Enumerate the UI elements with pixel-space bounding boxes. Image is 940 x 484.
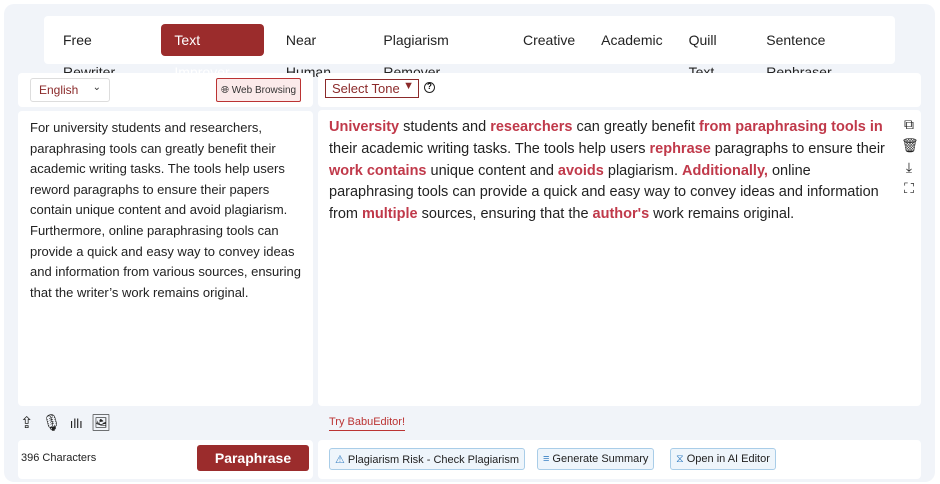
- open-ai-editor-label: Open in AI Editor: [686, 453, 770, 465]
- copy-icon[interactable]: ⧉: [901, 116, 917, 133]
- upload-icon[interactable]: ⇪: [20, 413, 33, 433]
- text-segment: work remains original.: [649, 206, 795, 223]
- changed-phrase[interactable]: Additionally,: [682, 163, 768, 179]
- input-textarea[interactable]: For university students and researchers,…: [30, 118, 302, 303]
- changed-phrase[interactable]: author's: [593, 206, 650, 222]
- text-segment: can greatly benefit: [572, 119, 700, 135]
- tab-free-rewriter[interactable]: Free Rewriter: [50, 24, 152, 80]
- changed-phrase[interactable]: work contains: [329, 163, 427, 179]
- text-segment: sources, ensuring that the: [417, 206, 593, 223]
- text-segment: unique content and: [426, 162, 558, 179]
- try-editor-link[interactable]: Try BabuEditor!: [329, 416, 406, 431]
- check-plagiarism-button[interactable]: ⚠ Plagiarism Risk - Check Plagiarism: [329, 448, 526, 470]
- summary-icon: ≡: [543, 453, 550, 465]
- audio-wave-icon[interactable]: ıllı: [70, 416, 83, 431]
- check-plagiarism-label: Plagiarism Risk - Check Plagiarism: [347, 454, 520, 466]
- changed-phrase[interactable]: University: [329, 119, 399, 135]
- tone-value: Select Tone: [332, 81, 400, 96]
- help-icon[interactable]: ?: [424, 82, 435, 93]
- output-text: University students and researchers can …: [329, 117, 899, 226]
- generate-summary-button[interactable]: ≡ Generate Summary: [537, 448, 655, 470]
- editor-icon: ⧖: [676, 453, 684, 465]
- web-browsing-label: Web Browsing: [231, 85, 297, 96]
- image-icon[interactable]: 🖼︎: [91, 413, 111, 433]
- paraphrase-button[interactable]: Paraphrase: [197, 445, 309, 471]
- tab-sentence-rephraser[interactable]: Sentence Rephraser: [753, 24, 895, 80]
- chevron-down-icon: ▼: [403, 80, 414, 92]
- microphone-icon[interactable]: 🎙︎: [41, 413, 61, 433]
- text-segment: their academic writing tasks. The tools …: [329, 140, 650, 157]
- changed-phrase[interactable]: multiple: [362, 206, 418, 222]
- changed-phrase[interactable]: rephrase: [650, 141, 711, 157]
- tab-plagiarism-remover[interactable]: Plagiarism Remover: [370, 24, 510, 80]
- text-segment: plagiarism.: [603, 162, 683, 179]
- tab-academic[interactable]: Academic: [588, 24, 675, 56]
- globe-icon: 🌐︎: [221, 85, 229, 96]
- tone-select[interactable]: Select Tone ▼: [325, 79, 419, 98]
- language-select[interactable]: English ⌄: [30, 78, 110, 102]
- warning-icon: ⚠: [335, 454, 345, 466]
- character-count: 396 Characters: [21, 452, 97, 464]
- text-segment: paragraphs to ensure their: [710, 140, 885, 157]
- tab-near-human[interactable]: Near Human: [273, 24, 371, 80]
- tab-creative[interactable]: Creative: [510, 24, 588, 56]
- tab-quill-text[interactable]: Quill Text: [676, 24, 754, 80]
- fullscreen-icon[interactable]: ⛶: [901, 180, 917, 197]
- text-segment: students and: [399, 119, 491, 135]
- changed-phrase[interactable]: avoids: [558, 163, 604, 179]
- changed-phrase[interactable]: from paraphrasing tools in: [699, 119, 883, 135]
- language-value: English: [39, 83, 79, 97]
- open-ai-editor-button[interactable]: ⧖ Open in AI Editor: [670, 448, 776, 470]
- chevron-down-icon: ⌄: [92, 82, 101, 93]
- download-icon[interactable]: ⤓: [901, 159, 917, 176]
- generate-summary-label: Generate Summary: [552, 453, 649, 465]
- changed-phrase[interactable]: researchers: [490, 119, 572, 135]
- web-browsing-button[interactable]: 🌐︎ Web Browsing: [216, 78, 301, 102]
- mode-tabs: Free Rewriter Text Improver Near Human P…: [44, 16, 895, 80]
- trash-icon[interactable]: 🗑︎: [901, 137, 919, 154]
- input-tools: ⇪ 🎙︎ ıllı 🖼︎: [20, 413, 111, 433]
- tab-text-improver[interactable]: Text Improver: [161, 24, 264, 80]
